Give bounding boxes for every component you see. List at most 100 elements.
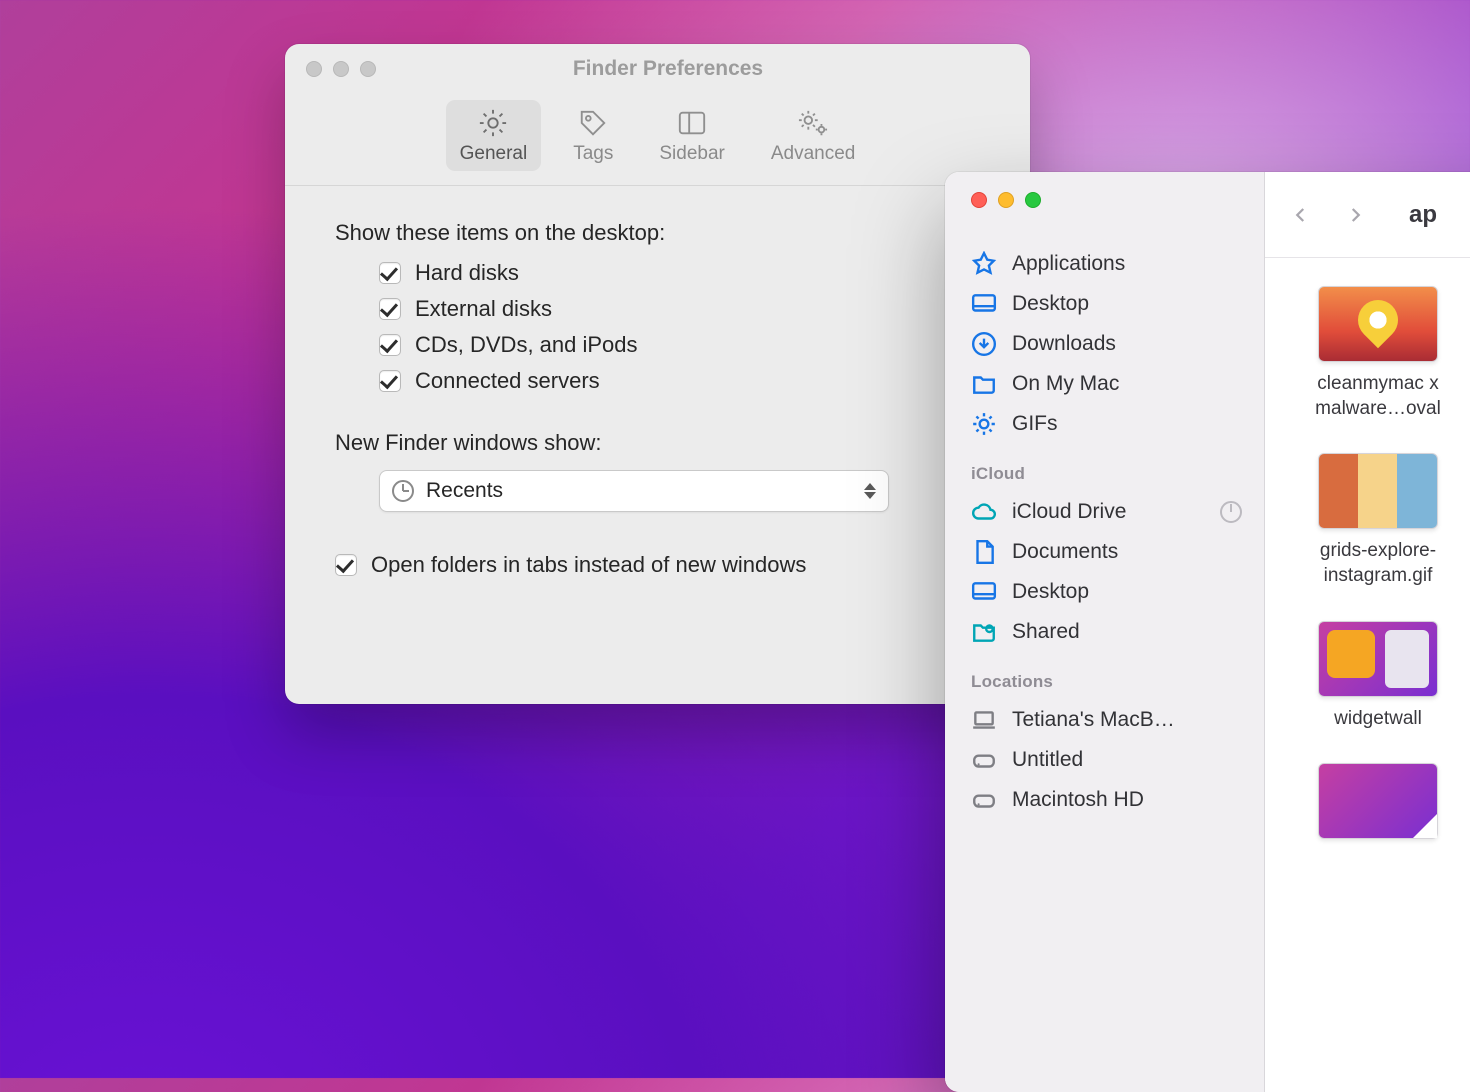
checkbox-row-open-in-tabs[interactable]: Open folders in tabs instead of new wind… — [335, 552, 990, 578]
tab-general[interactable]: General — [446, 100, 542, 171]
tag-icon — [576, 108, 610, 138]
window-controls — [306, 61, 376, 77]
close-button[interactable] — [971, 192, 987, 208]
file-item[interactable]: grids-explore-instagram.gif — [1283, 453, 1470, 588]
checkbox-row-external-disks[interactable]: External disks — [379, 296, 990, 322]
sidebar-item-label: iCloud Drive — [1012, 500, 1126, 524]
tab-sidebar[interactable]: Sidebar — [645, 100, 739, 171]
download-icon — [971, 332, 997, 356]
sidebar-item-desktop-icloud[interactable]: Desktop — [945, 572, 1264, 612]
sidebar-item-icloud-drive[interactable]: iCloud Drive — [945, 492, 1264, 532]
checkbox-row-cds-dvds-ipods[interactable]: CDs, DVDs, and iPods — [379, 332, 990, 358]
tab-label: General — [460, 143, 528, 165]
file-item[interactable] — [1283, 763, 1470, 849]
sidebar-item-label: GIFs — [1012, 412, 1058, 436]
file-thumbnail — [1318, 763, 1438, 839]
document-icon — [971, 540, 997, 564]
sidebar-item-desktop[interactable]: Desktop — [945, 284, 1264, 324]
window-title: Finder Preferences — [376, 57, 960, 81]
checkbox-label: Connected servers — [415, 368, 600, 394]
minimize-button[interactable] — [998, 192, 1014, 208]
cloud-icon — [971, 500, 997, 524]
path-title: ap — [1409, 201, 1437, 229]
close-button[interactable] — [306, 61, 322, 77]
new-windows-select[interactable]: Recents — [379, 470, 889, 512]
sidebar-item-documents[interactable]: Documents — [945, 532, 1264, 572]
file-item[interactable]: cleanmymac x malware…oval — [1283, 286, 1470, 421]
zoom-button[interactable] — [360, 61, 376, 77]
sidebar-item-applications[interactable]: Applications — [945, 244, 1264, 284]
sidebar-section-icloud: iCloud — [971, 464, 1264, 484]
sidebar-item-onmymac[interactable]: On My Mac — [945, 364, 1264, 404]
file-name: grids-explore-instagram.gif — [1283, 539, 1470, 588]
sidebar-item-label: Desktop — [1012, 580, 1089, 604]
sidebar-item-label: Downloads — [1012, 332, 1116, 356]
zoom-button[interactable] — [1025, 192, 1041, 208]
chevron-updown-icon — [864, 483, 876, 499]
checkbox[interactable] — [379, 298, 401, 320]
tab-advanced[interactable]: Advanced — [757, 100, 870, 171]
gear-icon — [476, 108, 510, 138]
minimize-button[interactable] — [333, 61, 349, 77]
prefs-tabbar: General Tags Sidebar Advanced — [285, 94, 1030, 186]
tab-tags[interactable]: Tags — [559, 100, 627, 171]
new-windows-label: New Finder windows show: — [335, 430, 990, 456]
tab-label: Tags — [573, 143, 613, 165]
sidebar-item-label: Documents — [1012, 540, 1118, 564]
checkbox[interactable] — [335, 554, 357, 576]
back-button[interactable] — [1289, 203, 1313, 227]
sidebar-item-label: Shared — [1012, 620, 1080, 644]
tab-label: Advanced — [771, 143, 856, 165]
file-thumbnail — [1318, 286, 1438, 362]
file-thumbnail — [1318, 453, 1438, 529]
gears-icon — [796, 108, 830, 138]
checkbox[interactable] — [379, 334, 401, 356]
sidebar-item-macintosh-hd[interactable]: Macintosh HD — [945, 780, 1264, 820]
shared-folder-icon — [971, 620, 997, 644]
window-controls — [971, 192, 1264, 208]
sidebar-item-label: Tetiana's MacB… — [1012, 708, 1175, 732]
checkbox-label: Open folders in tabs instead of new wind… — [371, 552, 806, 578]
finder-window: Applications Desktop Downloads On My Mac… — [945, 172, 1470, 1092]
checkbox-label: External disks — [415, 296, 552, 322]
checkbox-row-connected-servers[interactable]: Connected servers — [379, 368, 990, 394]
clock-icon — [392, 480, 414, 502]
checkbox[interactable] — [379, 370, 401, 392]
desktop-icon — [971, 292, 997, 316]
file-item[interactable]: widgetwall — [1283, 621, 1470, 732]
prefs-body: Show these items on the desktop: Hard di… — [285, 186, 1030, 628]
finder-toolbar: ap — [1265, 172, 1470, 258]
sidebar-item-downloads[interactable]: Downloads — [945, 324, 1264, 364]
laptop-icon — [971, 708, 997, 732]
file-thumbnail — [1318, 621, 1438, 697]
file-name: widgetwall — [1334, 707, 1422, 732]
applications-icon — [971, 252, 997, 276]
checkbox-row-hard-disks[interactable]: Hard disks — [379, 260, 990, 286]
select-value: Recents — [426, 479, 852, 503]
desktop-icon — [971, 580, 997, 604]
loading-icon — [1220, 501, 1242, 523]
sidebar-section-locations: Locations — [971, 672, 1264, 692]
sidebar-icon — [675, 108, 709, 138]
prefs-titlebar: Finder Preferences — [285, 44, 1030, 94]
finder-sidebar: Applications Desktop Downloads On My Mac… — [945, 172, 1265, 1092]
sidebar-item-label: Macintosh HD — [1012, 788, 1144, 812]
sidebar-item-shared[interactable]: Shared — [945, 612, 1264, 652]
tab-label: Sidebar — [659, 143, 725, 165]
sidebar-item-untitled[interactable]: Untitled — [945, 740, 1264, 780]
finder-preferences-window: Finder Preferences General Tags Sidebar … — [285, 44, 1030, 704]
checkbox-label: Hard disks — [415, 260, 519, 286]
sidebar-item-label: Desktop — [1012, 292, 1089, 316]
sidebar-item-label: On My Mac — [1012, 372, 1119, 396]
checkbox[interactable] — [379, 262, 401, 284]
sidebar-item-gifs[interactable]: GIFs — [945, 404, 1264, 444]
disk-icon — [971, 788, 997, 812]
forward-button[interactable] — [1343, 203, 1367, 227]
desktop-items-label: Show these items on the desktop: — [335, 220, 990, 246]
file-name: cleanmymac x malware…oval — [1283, 372, 1470, 421]
sidebar-item-macbook[interactable]: Tetiana's MacB… — [945, 700, 1264, 740]
folder-icon — [971, 372, 997, 396]
file-grid: cleanmymac x malware…oval grids-explore-… — [1265, 258, 1470, 877]
sidebar-item-label: Untitled — [1012, 748, 1083, 772]
gear-icon — [971, 412, 997, 436]
